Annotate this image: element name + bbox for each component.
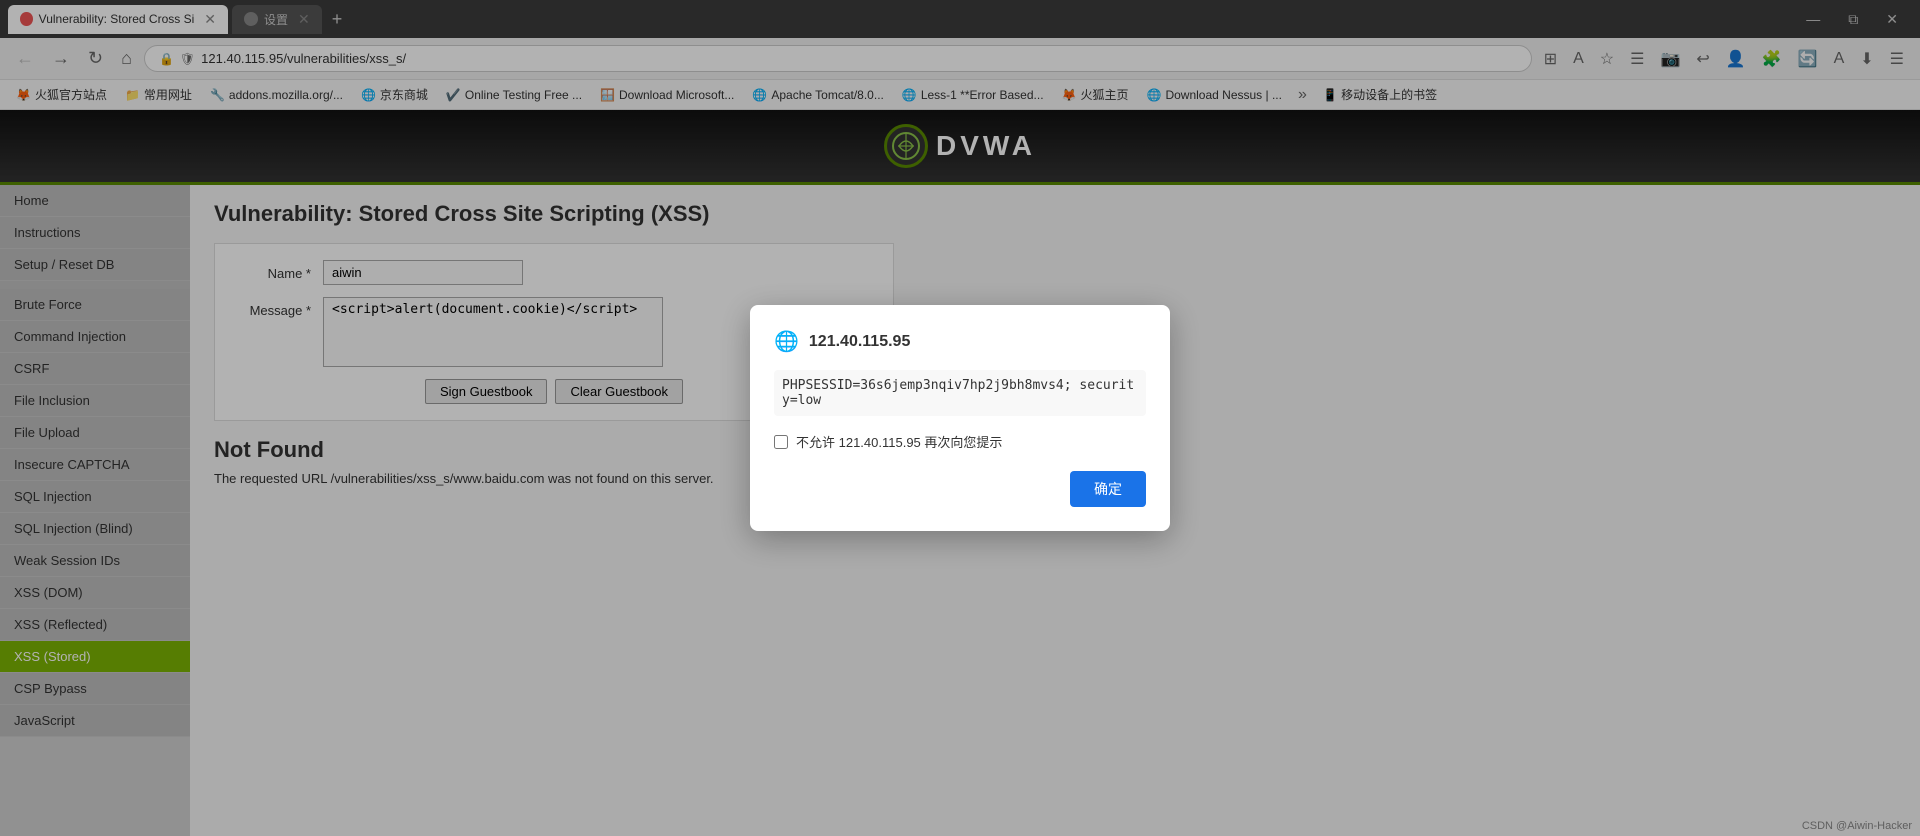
alert-footer: 确定 xyxy=(774,471,1146,507)
alert-dialog: 🌐 121.40.115.95 PHPSESSID=36s6jemp3nqiv7… xyxy=(750,305,1170,531)
alert-checkbox[interactable] xyxy=(774,435,788,449)
alert-globe-icon: 🌐 xyxy=(774,329,799,354)
alert-checkbox-row: 不允许 121.40.115.95 再次向您提示 xyxy=(774,432,1146,451)
alert-ok-btn[interactable]: 确定 xyxy=(1070,471,1146,507)
browser-frame: Vulnerability: Stored Cross Si ✕ 设置 ✕ + … xyxy=(0,0,1920,836)
alert-overlay: 🌐 121.40.115.95 PHPSESSID=36s6jemp3nqiv7… xyxy=(0,0,1920,836)
alert-message: PHPSESSID=36s6jemp3nqiv7hp2j9bh8mvs4; se… xyxy=(774,370,1146,416)
alert-domain: 121.40.115.95 xyxy=(809,333,910,351)
alert-checkbox-label: 不允许 121.40.115.95 再次向您提示 xyxy=(796,432,1002,451)
alert-header: 🌐 121.40.115.95 xyxy=(774,329,1146,354)
